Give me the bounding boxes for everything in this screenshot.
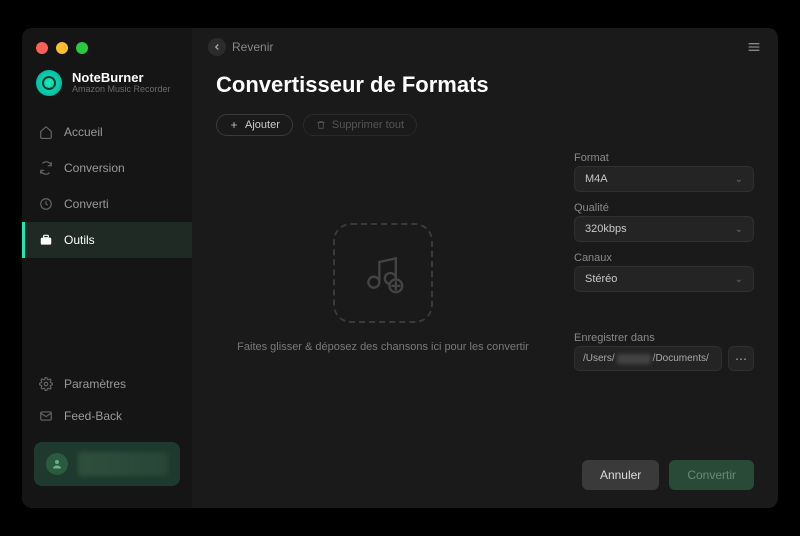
channels-select[interactable]: Stéréo ⌄ — [574, 266, 754, 292]
chevron-down-icon: ⌄ — [735, 274, 743, 285]
workarea: Faites glisser & déposez des chansons ic… — [216, 146, 754, 430]
cancel-button[interactable]: Annuler — [582, 460, 659, 490]
sidebar-item-label: Converti — [64, 197, 109, 211]
gear-icon — [38, 376, 54, 392]
save-label: Enregistrer dans — [574, 332, 754, 344]
brand: NoteBurner Amazon Music Recorder — [22, 64, 192, 114]
sidebar-bottom: Paramètres Feed-Back — [22, 368, 192, 508]
mail-icon — [38, 408, 54, 424]
user-avatar-icon — [46, 453, 68, 475]
music-add-icon — [361, 251, 405, 295]
minimize-window-button[interactable] — [56, 42, 68, 54]
close-window-button[interactable] — [36, 42, 48, 54]
format-value: M4A — [585, 173, 608, 185]
window-controls — [22, 28, 192, 64]
sidebar-item-converted[interactable]: Converti — [22, 186, 192, 222]
sidebar: NoteBurner Amazon Music Recorder Accueil… — [22, 28, 192, 508]
add-label: Ajouter — [245, 119, 280, 131]
chevron-down-icon: ⌄ — [735, 174, 743, 185]
topbar: Revenir — [192, 28, 778, 66]
sidebar-item-label: Feed-Back — [64, 409, 122, 423]
format-select[interactable]: M4A ⌄ — [574, 166, 754, 192]
quality-select[interactable]: 320kbps ⌄ — [574, 216, 754, 242]
home-icon — [38, 124, 54, 140]
trash-icon — [316, 120, 326, 130]
main: Revenir Convertisseur de Formats Ajouter — [192, 28, 778, 508]
delete-all-label: Supprimer tout — [332, 119, 404, 131]
quality-label: Qualité — [574, 202, 754, 214]
dropzone[interactable] — [333, 223, 433, 323]
brand-icon — [36, 70, 62, 96]
back-label: Revenir — [232, 40, 273, 54]
sidebar-item-settings[interactable]: Paramètres — [22, 368, 192, 400]
quality-value: 320kbps — [585, 223, 627, 235]
sidebar-item-conversion[interactable]: Conversion — [22, 150, 192, 186]
app-window: NoteBurner Amazon Music Recorder Accueil… — [22, 28, 778, 508]
sidebar-item-label: Paramètres — [64, 377, 126, 391]
clock-icon — [38, 196, 54, 212]
sidebar-item-label: Accueil — [64, 125, 103, 139]
channels-label: Canaux — [574, 252, 754, 264]
arrow-left-icon — [208, 38, 226, 56]
sidebar-item-label: Conversion — [64, 161, 125, 175]
footer: Annuler Convertir — [192, 446, 778, 508]
path-redacted — [617, 354, 651, 364]
browse-path-button[interactable]: ⋯ — [728, 346, 754, 371]
sidebar-item-tools[interactable]: Outils — [22, 222, 192, 258]
convert-button: Convertir — [669, 460, 754, 490]
nav: Accueil Conversion Converti Outils — [22, 114, 192, 258]
back-button[interactable]: Revenir — [208, 38, 273, 56]
refresh-icon — [38, 160, 54, 176]
format-label: Format — [574, 152, 754, 164]
sidebar-item-home[interactable]: Accueil — [22, 114, 192, 150]
page-title: Convertisseur de Formats — [216, 72, 754, 98]
options-panel: Format M4A ⌄ Qualité 320kbps ⌄ — [574, 146, 754, 430]
sidebar-item-feedback[interactable]: Feed-Back — [22, 400, 192, 432]
content: Convertisseur de Formats Ajouter Supprim… — [192, 66, 778, 446]
add-button[interactable]: Ajouter — [216, 114, 293, 136]
plus-icon — [229, 120, 239, 130]
sidebar-item-label: Outils — [64, 233, 95, 247]
delete-all-button: Supprimer tout — [303, 114, 417, 136]
user-card[interactable] — [34, 442, 180, 486]
fullscreen-window-button[interactable] — [76, 42, 88, 54]
user-name-redacted — [78, 452, 168, 476]
brand-title: NoteBurner — [72, 71, 171, 85]
toolbar: Ajouter Supprimer tout — [216, 114, 754, 136]
chevron-down-icon: ⌄ — [735, 224, 743, 235]
path-suffix: /Documents/ — [653, 353, 709, 364]
save-path-field[interactable]: /Users/ /Documents/ — [574, 346, 722, 371]
brand-subtitle: Amazon Music Recorder — [72, 85, 171, 95]
path-prefix: /Users/ — [583, 353, 615, 364]
drop-caption: Faites glisser & déposez des chansons ic… — [237, 341, 529, 353]
menu-button[interactable] — [746, 39, 762, 55]
dropzone-area[interactable]: Faites glisser & déposez des chansons ic… — [216, 146, 550, 430]
toolbox-icon — [38, 232, 54, 248]
channels-value: Stéréo — [585, 273, 617, 285]
